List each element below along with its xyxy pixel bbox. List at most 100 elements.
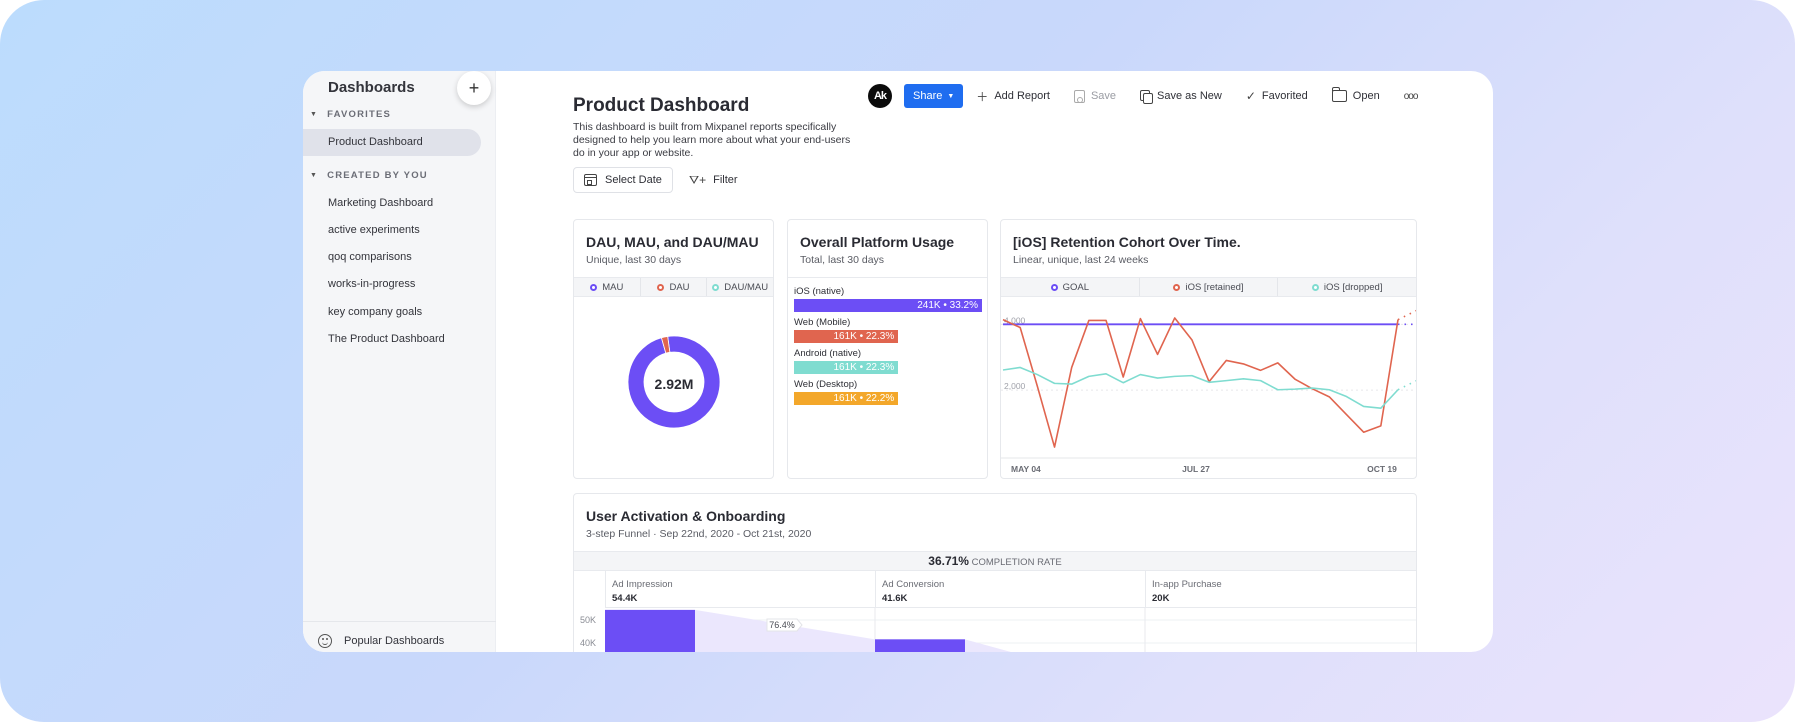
platform-bar[interactable]: 241K • 33.2% <box>794 299 982 312</box>
sidebar-item-qoq-comparisons[interactable]: qoq comparisons <box>328 251 412 263</box>
platform-bar[interactable]: 161K • 22.2% <box>794 392 899 405</box>
platform-usage-card[interactable]: Overall Platform Usage Total, last 30 da… <box>787 219 988 479</box>
smiley-icon <box>318 634 332 648</box>
sidebar-item-works-in-progress[interactable]: works-in-progress <box>328 278 415 290</box>
bar-label: iOS (native) <box>794 286 845 297</box>
plus-icon: ＋ <box>976 89 989 104</box>
legend-item-dau-mau[interactable]: DAU/MAU <box>707 278 773 296</box>
legend: GOAL iOS [retained] iOS [dropped] <box>1001 277 1416 297</box>
funnel-step-header[interactable]: Ad Conversion 41.6K <box>875 571 1145 608</box>
card-title: User Activation & Onboarding <box>586 508 786 524</box>
legend-label: iOS [retained] <box>1185 281 1244 293</box>
filter-label: Filter <box>713 174 738 186</box>
caret-down-icon: ▼ <box>310 111 319 118</box>
dau-mau-card[interactable]: DAU, MAU, and DAU/MAU Unique, last 30 da… <box>573 219 774 479</box>
divider <box>788 277 987 278</box>
card-subtitle: 3-step Funnel · Sep 22nd, 2020 - Oct 21s… <box>586 528 812 540</box>
series-projection <box>1397 379 1416 391</box>
card-title: Overall Platform Usage <box>800 234 955 250</box>
bar-label: Android (native) <box>794 348 862 359</box>
legend-label: DAU <box>669 281 690 293</box>
x-tick-label: JUL 27 <box>1182 464 1210 474</box>
page-description: This dashboard is built from Mixpanel re… <box>573 121 851 159</box>
platform-bar[interactable]: 161K • 22.3% <box>794 361 899 374</box>
y-tick-label: 50K <box>580 615 596 625</box>
popular-dashboards-link[interactable]: Popular Dashboards <box>318 630 444 652</box>
divider <box>303 621 496 622</box>
legend-item-ios-dropped[interactable]: iOS [dropped] <box>1278 278 1416 296</box>
add-dashboard-button[interactable]: + <box>457 71 491 105</box>
legend-dot-icon <box>1311 283 1319 291</box>
retention-card[interactable]: [iOS] Retention Cohort Over Time. Linear… <box>1000 219 1417 479</box>
retention-line-chart: 2,0004,000MAY 04 JUL 27 OCT 19 <box>1001 309 1416 474</box>
legend: MAU DAU DAU/MAU <box>574 277 773 297</box>
copy-icon <box>1140 90 1154 104</box>
legend-dot-icon <box>712 283 720 291</box>
conversion-rate-label: 76.4% <box>769 620 795 630</box>
step-value: 20K <box>1152 593 1170 604</box>
save-label: Save <box>1090 90 1117 102</box>
created-section-toggle[interactable]: ▼ CREATED BY YOU <box>310 170 428 181</box>
step-name: Ad Impression <box>612 579 673 590</box>
funnel-bar[interactable] <box>875 639 965 652</box>
y-tick-label: 2,000 <box>1004 381 1026 391</box>
bar-label: Web (Desktop) <box>794 379 858 390</box>
sidebar-item-marketing-dashboard[interactable]: Marketing Dashboard <box>328 197 433 209</box>
funnel-dropoff-area <box>965 639 1011 652</box>
bar-label: Web (Mobile) <box>794 317 851 328</box>
favorited-label: Favorited <box>1261 90 1308 102</box>
calendar-icon <box>584 174 597 186</box>
series-line-ios-dropped[interactable] <box>1002 366 1399 410</box>
save-icon <box>1073 89 1085 103</box>
save-as-new-button[interactable]: Save as New <box>1140 90 1222 104</box>
card-subtitle: Linear, unique, last 24 weeks <box>1013 254 1149 266</box>
select-date-button[interactable]: Select Date <box>573 167 673 193</box>
avatar[interactable]: Ak <box>868 84 892 108</box>
platform-bar[interactable]: 161K • 22.3% <box>794 330 899 343</box>
legend-dot-icon <box>1173 283 1181 291</box>
sidebar-item-active-experiments[interactable]: active experiments <box>328 224 420 236</box>
completion-rate-value: 36.71% <box>928 554 969 568</box>
series-line-ios-retained[interactable] <box>1002 317 1399 448</box>
add-report-label: Add Report <box>994 90 1050 102</box>
folder-icon <box>1331 87 1347 102</box>
check-icon: ✓ <box>1245 89 1256 103</box>
open-button[interactable]: Open <box>1331 87 1380 102</box>
page-title: Product Dashboard <box>573 95 750 116</box>
save-button[interactable]: Save <box>1073 89 1117 103</box>
more-options-icon[interactable]: ooo <box>1404 91 1419 102</box>
funnel-step-header[interactable]: Ad Impression 54.4K <box>605 571 875 608</box>
step-value: 41.6K <box>882 593 908 604</box>
sidebar-item-product-dashboard[interactable]: Product Dashboard <box>303 129 481 156</box>
save-as-new-label: Save as New <box>1157 90 1222 102</box>
legend-dot-icon <box>590 283 598 291</box>
sidebar-item-key-company-goals[interactable]: key company goals <box>328 306 422 318</box>
background: Dashboards + ▼ FAVORITES Product Dashboa… <box>0 0 1795 722</box>
share-button[interactable]: Share ▼ <box>904 84 964 108</box>
funnel-step-header[interactable]: In-app Purchase 20K <box>1145 571 1416 608</box>
favorites-section-toggle[interactable]: ▼ FAVORITES <box>310 109 391 120</box>
sidebar: Dashboards + ▼ FAVORITES Product Dashboa… <box>303 71 496 652</box>
legend-item-ios-retained[interactable]: iOS [retained] <box>1140 278 1279 296</box>
funnel-bar[interactable] <box>605 609 695 652</box>
favorited-button[interactable]: ✓ Favorited <box>1246 89 1308 103</box>
app-window: Dashboards + ▼ FAVORITES Product Dashboa… <box>303 71 1493 652</box>
legend-item-goal[interactable]: GOAL <box>1001 278 1140 296</box>
x-tick-label: MAY 04 <box>1011 464 1041 474</box>
favorites-label: FAVORITES <box>327 109 392 120</box>
add-report-button[interactable]: ＋ Add Report <box>976 88 1050 105</box>
legend-item-dau[interactable]: DAU <box>641 278 708 296</box>
open-label: Open <box>1352 90 1380 102</box>
filter-button[interactable]: ⛛+ Filter <box>689 167 738 193</box>
caret-down-icon: ▼ <box>310 172 319 179</box>
completion-rate-label: COMPLETION RATE <box>971 557 1062 568</box>
legend-dot-icon <box>657 283 665 291</box>
sidebar-item-the-product-dashboard[interactable]: The Product Dashboard <box>328 333 445 345</box>
step-name: Ad Conversion <box>882 579 945 590</box>
legend-item-mau[interactable]: MAU <box>574 278 641 296</box>
created-by-you-label: CREATED BY YOU <box>327 170 428 181</box>
funnel-card[interactable]: User Activation & Onboarding 3-step Funn… <box>573 493 1417 652</box>
card-subtitle: Unique, last 30 days <box>586 254 682 266</box>
step-name: In-app Purchase <box>1152 579 1222 590</box>
sidebar-title: Dashboards <box>328 79 415 96</box>
